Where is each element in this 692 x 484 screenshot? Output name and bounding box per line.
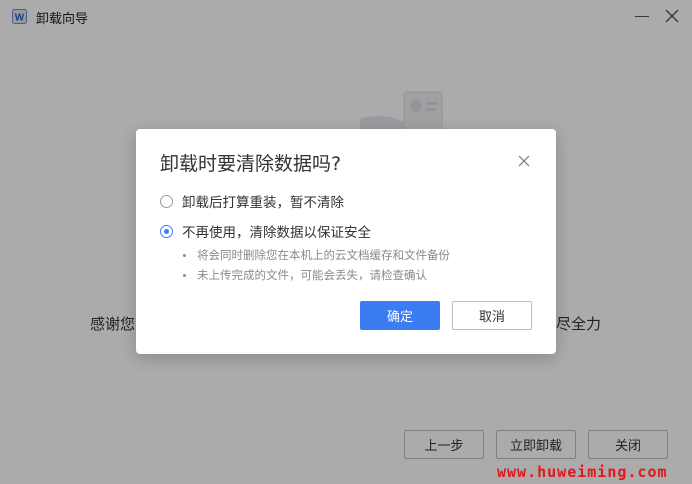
- clear-data-dialog: 卸载时要清除数据吗? 卸载后打算重装，暂不清除 不再使用，清除数据以保证安全 将…: [136, 129, 556, 354]
- note-text: 未上传完成的文件，可能会丢失，请检查确认: [197, 268, 427, 282]
- cancel-button[interactable]: 取消: [452, 301, 532, 330]
- confirm-button[interactable]: 确定: [360, 301, 440, 330]
- note-text: 将会同时删除您在本机上的云文档缓存和文件备份: [197, 248, 450, 262]
- radio-icon[interactable]: [160, 194, 173, 208]
- option-keep-data-label: 卸载后打算重装，暂不清除: [182, 195, 344, 211]
- bullet-icon: [183, 253, 186, 257]
- option-clear-data-label: 不再使用，清除数据以保证安全: [182, 225, 371, 241]
- dialog-close-icon[interactable]: [518, 155, 530, 167]
- radio-checked-icon[interactable]: [160, 224, 173, 238]
- note-item: 未上传完成的文件，可能会丢失，请检查确认: [183, 267, 427, 283]
- option-clear-data[interactable]: 不再使用，清除数据以保证安全: [160, 221, 371, 241]
- option-keep-data[interactable]: 卸载后打算重装，暂不清除: [160, 191, 344, 211]
- dialog-title: 卸载时要清除数据吗?: [160, 153, 342, 175]
- watermark-text: www.huweiming.com: [497, 463, 668, 481]
- bullet-icon: [183, 273, 186, 277]
- note-item: 将会同时删除您在本机上的云文档缓存和文件备份: [183, 247, 450, 263]
